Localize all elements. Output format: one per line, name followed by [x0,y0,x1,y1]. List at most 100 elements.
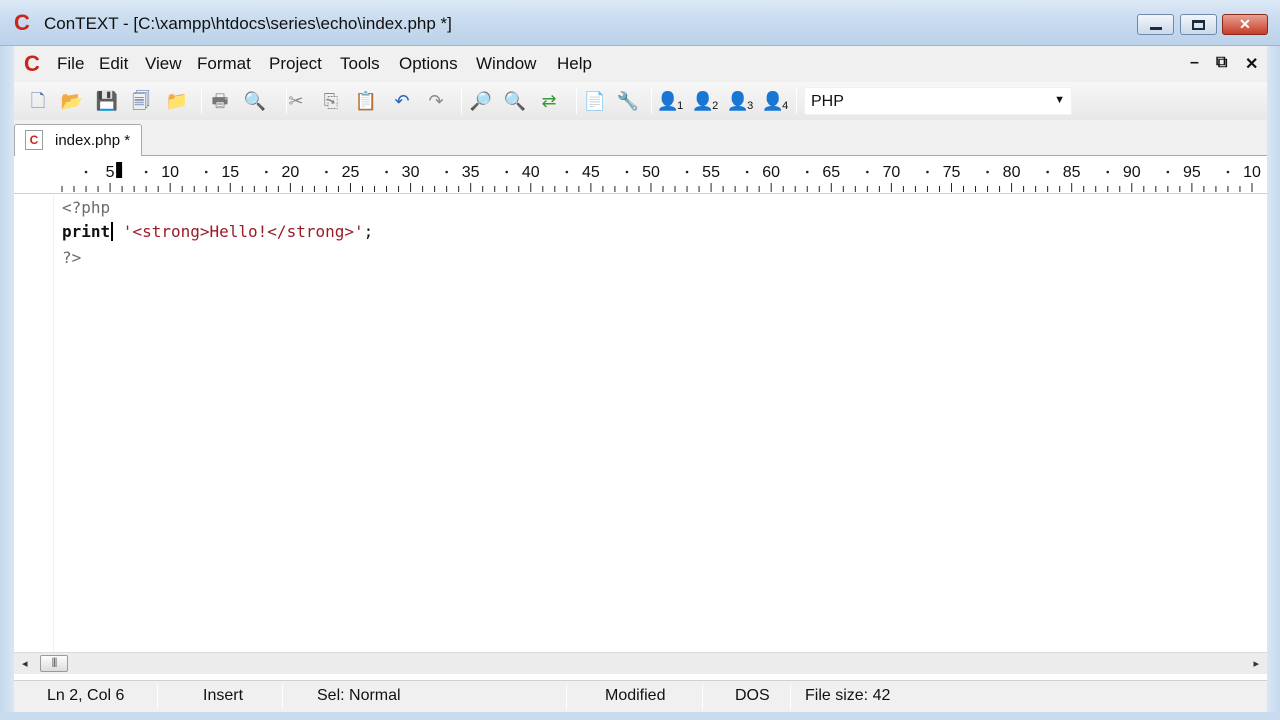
user-command-4-icon[interactable]: 👤 4 [761,89,789,113]
editor-gutter[interactable] [14,194,54,652]
redo-icon[interactable]: ↷ [424,89,448,113]
print-preview-icon[interactable]: 🔍 [243,89,267,113]
ruler-label: 50 [642,164,660,181]
window-frame-left [0,46,14,720]
scrollbar-thumb[interactable]: ||| [40,655,68,672]
status-cursor-position: Ln 2, Col 6 [47,687,125,704]
minimize-icon [1149,27,1162,30]
user-command-2-icon-number: 2 [712,100,719,112]
code-token: ; [363,222,374,241]
user-command-3-icon-number: 3 [747,100,754,112]
paste-icon[interactable]: 📋 [354,89,378,113]
open-folder-icon[interactable]: 📁 [165,89,189,113]
horizontal-scrollbar[interactable]: ◂ ||| ▸ [14,652,1267,674]
status-selection-mode[interactable]: Sel: Normal [317,687,401,705]
code-editor[interactable]: <?php print '<strong>Hello!</strong>'; ?> [14,194,1267,652]
user-command-2-icon[interactable]: 👤 2 [692,89,719,113]
toolbar-separator [576,88,577,114]
chevron-down-icon[interactable]: ▼ [1054,94,1065,106]
user-command-4-icon-glyph: 👤 [761,91,785,111]
menu-format[interactable]: Format [197,54,251,74]
ruler-label: 95 [1183,164,1201,181]
menu-help[interactable]: Help [557,54,592,74]
tools-icon[interactable]: 🔧 [616,89,640,113]
menu-project[interactable]: Project [269,54,322,74]
ruler-label: 55 [702,164,720,181]
undo-icon[interactable]: ↶ [390,89,414,113]
find-icon[interactable]: 🔎 [469,89,493,113]
ruler-label: 85 [1063,164,1081,181]
ruler-label: 35 [462,164,480,181]
code-token: '<strong>Hello!</strong>' [113,222,364,241]
save-all-icon[interactable]: 🗐 [129,89,153,113]
status-divider [566,685,567,709]
maximize-button[interactable] [1180,14,1217,35]
scroll-right-icon[interactable]: ▸ [1253,657,1259,670]
ruler-label: 5 [106,164,115,181]
ruler-caret-marker [116,162,123,178]
code-token: ?> [62,248,82,267]
ruler-dot [926,170,929,174]
user-command-1-icon[interactable]: 👤 1 [656,89,684,113]
toolbar-separator [461,88,462,114]
menu-window[interactable]: Window [476,54,536,74]
ruler-label: 20 [281,164,299,181]
ruler-label: 25 [342,164,360,181]
status-modified: Modified [605,687,666,704]
minimize-button[interactable] [1137,14,1174,35]
find-next-icon[interactable]: 🔍 [503,89,527,113]
new-file-icon[interactable]: 🗋 [26,89,50,113]
language-select[interactable]: PHP ▼ [804,87,1072,115]
code-line-3[interactable]: ?> [62,248,81,268]
tab-label: index.php * [55,132,131,149]
ruler-dot [505,170,509,174]
title-bar[interactable]: C ConTEXT - [C:\xampp\htdocs\series\echo… [0,0,1280,46]
document-properties-icon-glyph: 📄 [583,91,607,111]
document-properties-icon[interactable]: 📄 [583,89,607,113]
menu-edit[interactable]: Edit [99,54,128,74]
status-line-endings[interactable]: DOS [735,687,770,705]
document-restore-button[interactable]: ⧉ [1216,54,1227,72]
ruler-dot [1046,170,1049,174]
cut-icon[interactable]: ✂ [284,89,308,113]
status-insert-mode[interactable]: Insert [203,687,243,705]
scroll-left-icon[interactable]: ◂ [22,657,28,670]
menu-tools[interactable]: Tools [340,54,380,74]
menu-options[interactable]: Options [399,54,458,74]
user-command-1-icon-glyph: 👤 [656,91,680,111]
menu-file[interactable]: File [57,54,84,74]
save-icon[interactable]: 💾 [95,89,119,113]
new-file-icon-glyph: 🗋 [30,91,46,111]
code-line-2[interactable]: print '<strong>Hello!</strong>'; [62,222,373,242]
status-bar: Ln 2, Col 6 Insert Sel: Normal Modified … [14,680,1267,712]
ruler-dot [204,170,208,174]
ruler-dot [745,170,749,174]
ruler-dot [1166,170,1170,174]
tools-icon-glyph: 🔧 [616,91,640,111]
print-icon-glyph: 🖶 [211,91,229,111]
user-command-3-icon[interactable]: 👤 3 [726,89,754,113]
undo-icon-glyph: ↶ [394,91,410,111]
document-minimize-button[interactable]: – [1190,54,1199,72]
code-token: <?php [62,198,111,217]
code-line-1[interactable]: <?php [62,198,110,218]
window-title: ConTEXT - [C:\xampp\htdocs\series\echo\i… [44,14,452,33]
document-close-button[interactable]: ✕ [1245,54,1258,74]
menu-bar: C File Edit View Format Project Tools Op… [14,46,1267,82]
close-button[interactable]: ✕ [1222,14,1268,35]
document-menu-icon[interactable]: C [24,51,40,77]
ruler-dot [445,170,448,174]
ruler-label: 90 [1123,164,1141,181]
replace-icon[interactable]: ⇄ [537,89,561,113]
window-frame-bottom [0,712,1280,720]
tab-index-php[interactable]: C index.php * [14,124,142,156]
menu-view[interactable]: View [145,54,182,74]
status-file-size: File size: 42 [805,687,891,704]
status-divider [157,685,158,709]
ruler-label: 40 [522,164,540,181]
copy-icon[interactable]: ⎘ [319,89,343,113]
app-logo-icon[interactable]: C [14,12,36,34]
print-icon[interactable]: 🖶 [208,89,232,113]
user-command-3-icon-glyph: 👤 [726,91,750,111]
open-file-icon[interactable]: 📂 [60,89,84,113]
